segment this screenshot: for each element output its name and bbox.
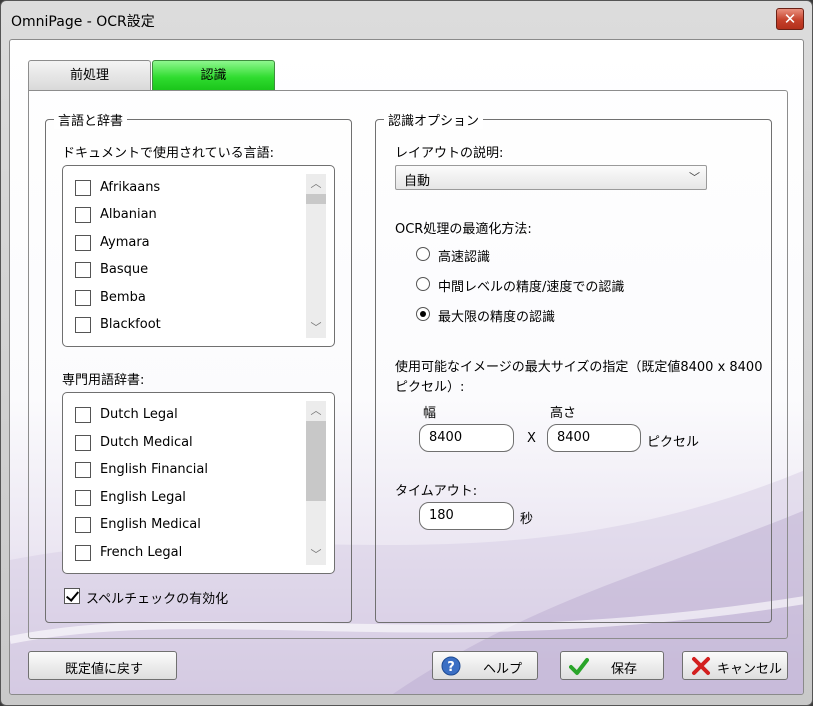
save-label: 保存 bbox=[611, 662, 638, 677]
ocr-settings-window: OmniPage - OCR設定 ✕ 前処理 認識 言語と辞書 ドキュメントで使… bbox=[0, 0, 813, 706]
dictionary-checkbox[interactable] bbox=[75, 490, 91, 506]
language-label: Afrikaans bbox=[100, 180, 161, 195]
scroll-down-icon[interactable]: ﹀ bbox=[306, 547, 326, 563]
languages-label: ドキュメントで使用されている言語: bbox=[62, 146, 274, 161]
language-checkbox[interactable] bbox=[75, 317, 91, 333]
dictionary-checkbox[interactable] bbox=[75, 545, 91, 561]
recognition-options-legend: 認識オプション bbox=[384, 110, 484, 129]
title-bar[interactable]: OmniPage - OCR設定 ✕ bbox=[1, 1, 812, 39]
language-label: Basque bbox=[100, 262, 149, 277]
language-label: Aymara bbox=[100, 235, 150, 250]
dictionaries-list[interactable]: Dutch Legal Dutch Medical English Financ… bbox=[62, 392, 335, 574]
tab-recognition[interactable]: 認識 bbox=[152, 60, 275, 91]
language-checkbox[interactable] bbox=[75, 235, 91, 251]
chevron-down-icon: ﹀ bbox=[689, 171, 700, 184]
dictionary-checkbox[interactable] bbox=[75, 435, 91, 451]
help-button[interactable]: ? ヘルプ bbox=[432, 651, 538, 680]
radio-max-accuracy-label: 最大限の精度の認識 bbox=[438, 310, 556, 325]
dictionary-item-label: English Financial bbox=[100, 462, 208, 477]
pixel-unit-label: ピクセル bbox=[647, 435, 700, 450]
dialog-body: 前処理 認識 言語と辞書 ドキュメントで使用されている言語: Afrikaans… bbox=[9, 39, 804, 695]
green-check-icon bbox=[569, 658, 589, 675]
dictionary-label: 専門用語辞書: bbox=[62, 373, 145, 388]
help-label: ヘルプ bbox=[483, 662, 523, 677]
language-label: Albanian bbox=[100, 207, 157, 222]
timeout-input[interactable]: 180 bbox=[419, 502, 514, 530]
spellcheck-checkbox[interactable] bbox=[64, 588, 80, 604]
reset-defaults-label: 既定値に戻す bbox=[65, 662, 144, 677]
radio-balanced-label: 中間レベルの精度/速度での認識 bbox=[438, 280, 625, 295]
dictionary-item-label: Dutch Medical bbox=[100, 435, 193, 450]
red-x-icon bbox=[692, 657, 710, 675]
dictionary-item-label: English Medical bbox=[100, 517, 201, 532]
scroll-up-icon[interactable]: ︿ bbox=[306, 176, 326, 192]
radio-fast-label: 高速認識 bbox=[438, 250, 491, 265]
language-checkbox[interactable] bbox=[75, 180, 91, 196]
close-button[interactable]: ✕ bbox=[776, 8, 804, 30]
cancel-button[interactable]: キャンセル bbox=[682, 651, 788, 680]
width-input[interactable]: 8400 bbox=[419, 424, 514, 452]
times-symbol: X bbox=[527, 431, 536, 446]
scroll-down-icon[interactable]: ﹀ bbox=[306, 320, 326, 336]
dictionary-checkbox[interactable] bbox=[75, 407, 91, 423]
question-circle-icon: ? bbox=[441, 656, 461, 676]
height-label: 高さ bbox=[550, 406, 577, 421]
language-checkbox[interactable] bbox=[75, 262, 91, 278]
language-label: Bemba bbox=[100, 290, 146, 305]
window-title: OmniPage - OCR設定 bbox=[11, 14, 155, 30]
scroll-up-icon[interactable]: ︿ bbox=[306, 403, 326, 419]
dictionaries-scrollbar[interactable]: ︿ ﹀ bbox=[306, 401, 326, 565]
tab-preprocessing-label: 前処理 bbox=[69, 68, 109, 83]
language-label: Blackfoot bbox=[100, 317, 161, 332]
timeout-unit-label: 秒 bbox=[520, 512, 534, 527]
languages-scrollbar[interactable]: ︿ ﹀ bbox=[306, 174, 326, 338]
close-icon: ✕ bbox=[783, 10, 797, 28]
layout-selected-value: 自動 bbox=[404, 174, 431, 189]
layout-label: レイアウトの説明: bbox=[395, 146, 504, 161]
svg-text:?: ? bbox=[447, 660, 455, 675]
radio-balanced-button[interactable] bbox=[416, 277, 430, 291]
timeout-label: タイムアウト: bbox=[395, 484, 478, 499]
recognition-options-group: 認識オプション レイアウトの説明: 自動 ﹀ OCR処理の最適化方法: 高速認識… bbox=[375, 110, 772, 623]
cancel-label: キャンセル bbox=[717, 662, 783, 677]
optimize-label: OCR処理の最適化方法: bbox=[395, 222, 532, 237]
language-dictionary-legend: 言語と辞書 bbox=[54, 110, 128, 129]
recognition-tab-panel: 言語と辞書 ドキュメントで使用されている言語: Afrikaans Albani… bbox=[28, 90, 788, 639]
layout-dropdown[interactable]: 自動 ﹀ bbox=[395, 165, 707, 190]
tab-preprocessing[interactable]: 前処理 bbox=[28, 60, 151, 91]
save-button[interactable]: 保存 bbox=[560, 651, 664, 680]
dictionary-checkbox[interactable] bbox=[75, 462, 91, 478]
height-input[interactable]: 8400 bbox=[547, 424, 641, 452]
radio-max-accuracy-button[interactable] bbox=[416, 307, 430, 321]
language-checkbox[interactable] bbox=[75, 207, 91, 223]
dictionary-checkbox[interactable] bbox=[75, 517, 91, 533]
languages-scroll-thumb[interactable] bbox=[306, 194, 326, 204]
dictionary-item-label: Dutch Legal bbox=[100, 407, 178, 422]
language-checkbox[interactable] bbox=[75, 290, 91, 306]
max-size-label-line2: ピクセル）: bbox=[395, 380, 465, 395]
language-dictionary-group: 言語と辞書 ドキュメントで使用されている言語: Afrikaans Albani… bbox=[45, 110, 352, 623]
languages-list[interactable]: Afrikaans Albanian Aymara Basque Bemba B… bbox=[62, 165, 335, 347]
width-label: 幅 bbox=[423, 406, 437, 421]
tab-recognition-label: 認識 bbox=[200, 68, 227, 83]
spellcheck-label: スペルチェックの有効化 bbox=[86, 592, 229, 607]
radio-fast-button[interactable] bbox=[416, 247, 430, 261]
dictionaries-scroll-thumb[interactable] bbox=[306, 421, 326, 501]
max-size-label-line1: 使用可能なイメージの最大サイズの指定（既定値8400 x 8400 bbox=[395, 360, 763, 375]
dictionary-item-label: French Legal bbox=[100, 545, 183, 560]
dictionary-item-label: English Legal bbox=[100, 490, 186, 505]
reset-defaults-button[interactable]: 既定値に戻す bbox=[28, 651, 177, 680]
